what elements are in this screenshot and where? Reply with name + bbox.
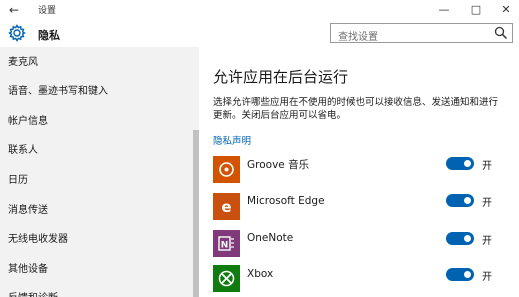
edge-icon: e — [213, 193, 240, 220]
sidebar: 麦克风 语音、墨迹书写和键入 帐户信息 联系人 日历 消息传送 无线电收发器 其… — [0, 47, 199, 297]
privacy-statement-link[interactable]: 隐私声明 — [213, 133, 251, 147]
groove-music-icon — [213, 156, 240, 183]
toggle-knob — [464, 235, 471, 242]
sidebar-item-messaging[interactable]: 消息传送 — [8, 201, 48, 216]
sidebar-item-radios[interactable]: 无线电收发器 — [8, 230, 68, 245]
xbox-icon — [213, 265, 240, 292]
microsoft-edge-toggle[interactable] — [446, 194, 474, 207]
xbox-toggle-label: 开 — [482, 272, 492, 283]
sidebar-item-microphone[interactable]: 麦克风 — [8, 53, 38, 68]
svg-text:e: e — [221, 198, 231, 216]
app-name-microsoft-edge: Microsoft Edge — [247, 195, 325, 207]
sidebar-item-contacts[interactable]: 联系人 — [8, 141, 38, 156]
maximize-button[interactable]: □ — [462, 1, 490, 18]
onenote-toggle[interactable] — [446, 232, 474, 245]
groove-music-toggle[interactable] — [446, 157, 474, 170]
toggle-knob — [464, 197, 471, 204]
section-description: 选择允许哪些应用在不使用的时候也可以接收信息、发送通知和进行更新。关闭后台应用可… — [213, 97, 499, 121]
sidebar-item-other-devices[interactable]: 其他设备 — [8, 260, 48, 275]
svg-text:N: N — [221, 241, 229, 251]
sidebar-item-feedback-diagnostics[interactable]: 反馈和诊断 — [8, 289, 58, 297]
app-name-onenote: OneNote — [247, 232, 294, 244]
xbox-toggle[interactable] — [446, 268, 474, 281]
app-name-xbox: Xbox — [247, 268, 274, 280]
back-button[interactable]: ← — [6, 2, 22, 18]
window-title: 设置 — [38, 6, 57, 16]
sidebar-item-account-info[interactable]: 帐户信息 — [8, 112, 48, 127]
page-header: 隐私 查找设置 — [0, 20, 519, 47]
close-button[interactable]: ✕ — [492, 1, 519, 18]
onenote-icon: N — [213, 230, 240, 257]
toggle-knob — [464, 271, 471, 278]
gear-icon — [8, 24, 26, 42]
title-bar: ← 设置 — □ ✕ — [0, 0, 519, 20]
section-title: 允许应用在后台运行 — [213, 68, 349, 86]
app-name-groove-music: Groove 音乐 — [247, 159, 310, 171]
search-icon[interactable] — [494, 26, 508, 40]
sidebar-item-speech-inking-typing[interactable]: 语音、墨迹书写和键入 — [8, 82, 108, 97]
groove-music-toggle-label: 开 — [482, 161, 492, 172]
sidebar-item-calendar[interactable]: 日历 — [8, 171, 28, 186]
search-placeholder: 查找设置 — [338, 32, 378, 43]
minimize-button[interactable]: — — [430, 1, 458, 18]
search-input[interactable]: 查找设置 — [330, 23, 513, 43]
onenote-toggle-label: 开 — [482, 236, 492, 247]
page-title: 隐私 — [38, 29, 60, 42]
microsoft-edge-toggle-label: 开 — [482, 198, 492, 209]
sidebar-scrollbar-thumb[interactable] — [193, 130, 199, 297]
toggle-knob — [464, 160, 471, 167]
